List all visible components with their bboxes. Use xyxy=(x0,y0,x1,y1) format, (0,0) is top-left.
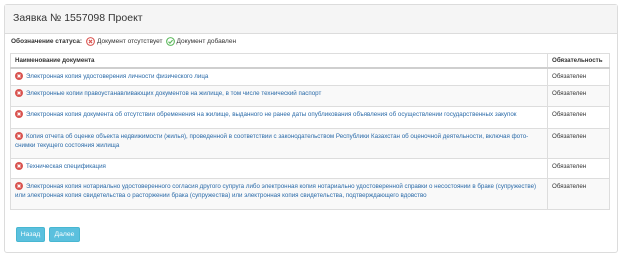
legend-missing-text: Документ отсутствует xyxy=(96,38,163,45)
required-cell: Обязателен xyxy=(547,85,610,107)
status-legend: Обозначение статуса: Документ отсутствуе… xyxy=(11,37,239,46)
missing-icon xyxy=(15,182,23,190)
column-header-required: Обязательность xyxy=(547,53,610,69)
missing-icon xyxy=(15,110,23,118)
table-row: Техническая спецификация Обязателен xyxy=(10,158,610,179)
legend-missing: Документ отсутствует xyxy=(86,37,163,46)
required-cell: Обязателен xyxy=(547,67,610,86)
next-button[interactable]: Далее xyxy=(49,227,80,242)
document-link[interactable]: Копия отчета об оценке объекта недвижимо… xyxy=(15,133,528,149)
back-button[interactable]: Назад xyxy=(16,227,45,242)
document-name-cell: Техническая спецификация xyxy=(10,158,548,179)
document-link[interactable]: Электронная копия удостоверения личности… xyxy=(26,73,208,80)
document-link[interactable]: Электронные копии правоустанавливающих д… xyxy=(26,90,321,97)
table-row: Электронная копия документа об отсутстви… xyxy=(10,106,610,129)
legend-label: Обозначение статуса: xyxy=(11,38,82,45)
missing-icon xyxy=(15,162,23,170)
document-name-cell: Электронные копии правоустанавливающих д… xyxy=(10,85,548,107)
missing-icon xyxy=(15,132,23,140)
document-link[interactable]: Техническая спецификация xyxy=(26,163,106,170)
table-header-row: Наименование документа Обязательность xyxy=(10,53,610,69)
document-name-cell: Электронная копия документа об отсутстви… xyxy=(10,106,548,129)
legend-added-text: Документ добавлен xyxy=(176,38,237,45)
page-title: Заявка № 1557098 Проект xyxy=(5,5,617,34)
document-name-cell: Электронная копия нотариально удостовере… xyxy=(10,178,548,210)
document-name-cell: Копия отчета об оценке объекта недвижимо… xyxy=(10,128,548,159)
document-name-cell: Электронная копия удостоверения личности… xyxy=(10,67,548,86)
column-header-name: Наименование документа xyxy=(10,53,548,69)
missing-icon xyxy=(86,37,95,46)
table-row: Копия отчета об оценке объекта недвижимо… xyxy=(10,128,610,159)
required-cell: Обязателен xyxy=(547,106,610,129)
missing-icon xyxy=(15,71,23,80)
table-row: Электронная копия удостоверения личности… xyxy=(10,67,610,86)
required-cell: Обязателен xyxy=(547,128,610,159)
document-link[interactable]: Электронная копия нотариально удостовере… xyxy=(15,183,536,199)
document-link[interactable]: Электронная копия документа об отсутстви… xyxy=(26,111,517,118)
table-row: Электронные копии правоустанавливающих д… xyxy=(10,85,610,107)
missing-icon xyxy=(15,89,23,97)
required-cell: Обязателен xyxy=(547,178,610,210)
table-row: Электронная копия нотариально удостовере… xyxy=(10,178,610,210)
legend-added: Документ добавлен xyxy=(165,37,237,46)
documents-table: Наименование документа Обязательность Эл… xyxy=(10,53,610,210)
added-icon xyxy=(165,37,175,46)
required-cell: Обязателен xyxy=(547,158,610,179)
